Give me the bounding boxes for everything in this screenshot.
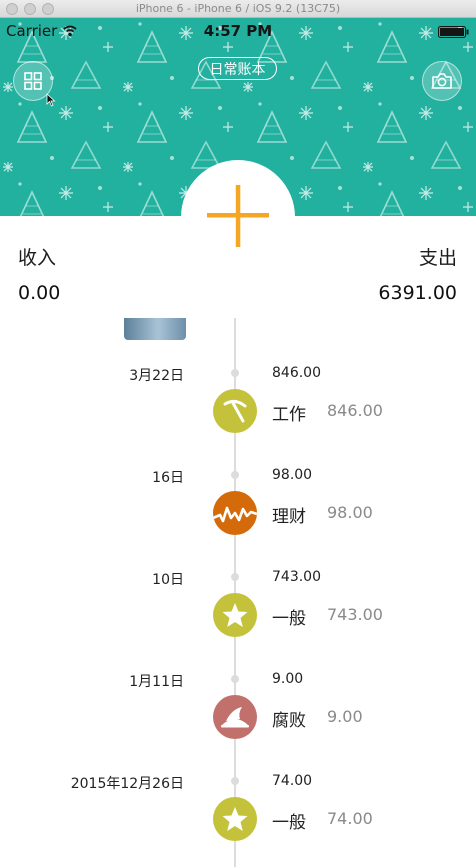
category-icon-finance[interactable] [213, 491, 257, 535]
category-icon-general[interactable] [213, 593, 257, 637]
timeline-dot [231, 777, 239, 785]
entry-amount: 98.00 [327, 503, 373, 522]
add-record-button[interactable] [181, 160, 295, 274]
entry-daily-total: 98.00 [272, 467, 313, 483]
category-icon-general[interactable] [213, 797, 257, 841]
list-item[interactable]: 2015年12月26日 74.00 一般 74.00 [0, 773, 476, 867]
plus-icon [207, 185, 269, 247]
list-item[interactable]: 3月22日 846.00 工作 846.00 [0, 365, 476, 475]
entry-daily-total: 74.00 [272, 773, 313, 789]
expense-value: 6391.00 [378, 282, 457, 304]
camera-button[interactable] [422, 61, 462, 101]
entry-date: 2015年12月26日 [70, 776, 184, 792]
window-title: iPhone 6 - iPhone 6 / iOS 9.2 (13C75) [135, 2, 341, 15]
records-timeline[interactable]: 3月22日 846.00 工作 846.00 16日 98.00 理财 98.0… [0, 318, 476, 867]
entry-amount: 9.00 [327, 707, 363, 726]
star-icon [222, 807, 248, 831]
clock: 4:57 PM [203, 22, 273, 40]
entry-category: 腐败 [272, 711, 306, 731]
timeline-dot [231, 573, 239, 581]
pickaxe-icon [223, 399, 247, 423]
entry-date: 1月11日 [129, 674, 184, 690]
battery-icon [438, 26, 469, 38]
entry-category: 一般 [272, 609, 306, 629]
expense-label: 支出 [418, 247, 457, 269]
food-plate-icon [221, 707, 249, 728]
camera-icon [432, 73, 452, 89]
mouse-cursor-icon [46, 93, 56, 107]
star-icon [222, 603, 248, 627]
stock-chart-icon [213, 506, 257, 523]
account-book-title[interactable]: 日常账本 [198, 57, 277, 80]
status-bar: Carrier 4:57 PM [0, 18, 476, 46]
entry-daily-total: 9.00 [272, 671, 304, 687]
entry-daily-total: 743.00 [272, 569, 321, 585]
entry-daily-total: 846.00 [272, 365, 321, 381]
timeline-dot [231, 471, 239, 479]
category-icon-work[interactable] [213, 389, 257, 433]
timeline-dot [231, 675, 239, 683]
income-label: 收入 [18, 247, 57, 269]
entry-date: 10日 [152, 572, 184, 588]
list-item[interactable]: 16日 98.00 理财 98.00 [0, 467, 476, 577]
entry-category: 一般 [272, 813, 306, 833]
entry-date: 16日 [152, 470, 184, 486]
entry-amount: 846.00 [327, 401, 383, 420]
entry-category: 工作 [272, 405, 306, 425]
entry-date: 3月22日 [129, 368, 184, 384]
timeline-dot [231, 369, 239, 377]
entry-category: 理财 [272, 507, 306, 527]
simulator-title-bar: iPhone 6 - iPhone 6 / iOS 9.2 (13C75) [0, 0, 476, 18]
entry-amount: 74.00 [327, 809, 373, 828]
income-value: 0.00 [18, 282, 61, 304]
list-item[interactable]: 1月11日 9.00 腐败 9.00 [0, 671, 476, 781]
grid-icon [24, 72, 42, 90]
list-item[interactable]: 10日 743.00 一般 743.00 [0, 569, 476, 679]
entry-amount: 743.00 [327, 605, 383, 624]
photo-thumbnail[interactable] [124, 318, 186, 340]
category-icon-dining[interactable] [213, 695, 257, 739]
